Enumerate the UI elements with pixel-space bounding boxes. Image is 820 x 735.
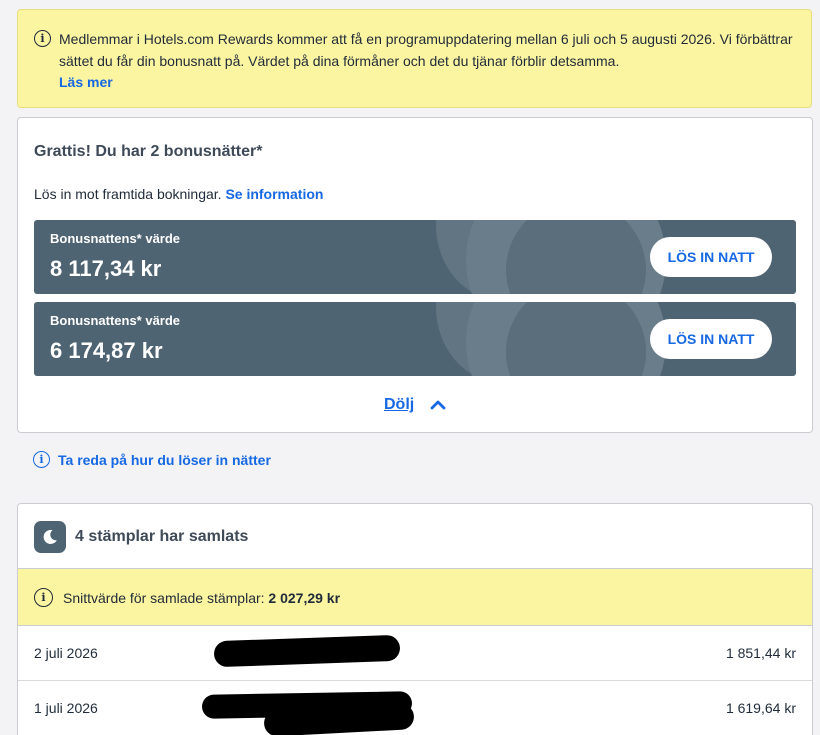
bonus-night-card: Bonusnattens* värde 8 117,34 kr LÖS IN N… — [34, 220, 796, 294]
redeem-night-button[interactable]: LÖS IN NATT — [650, 319, 772, 359]
stamp-date: 1 juli 2026 — [34, 700, 98, 716]
stamp-amount: 1 851,44 kr — [725, 645, 796, 661]
night-value-label: Bonusnattens* värde — [50, 313, 181, 328]
decorative-shape — [506, 302, 646, 376]
night-value-amount: 6 174,87 kr — [50, 338, 163, 363]
night-value-amount: 8 117,34 kr — [50, 256, 162, 281]
bonus-title: Grattis! Du har 2 bonusnätter* — [34, 143, 263, 160]
hide-label: Dölj — [384, 396, 415, 413]
bonus-night-card: Bonusnattens* värde 6 174,87 kr LÖS IN N… — [34, 302, 796, 376]
average-value-text: Snittvärde för samlade stämplar: 2 027,2… — [63, 590, 340, 606]
info-icon: i — [33, 451, 50, 468]
stamp-date: 2 juli 2026 — [34, 645, 98, 661]
average-value-bar: i Snittvärde för samlade stämplar: 2 027… — [18, 569, 812, 626]
stamps-title: 4 stämplar har samlats — [75, 528, 249, 545]
info-icon: i — [34, 588, 53, 607]
stamps-card: 4 stämplar har samlats i Snittvärde för … — [17, 503, 813, 735]
bonus-nights-card: Grattis! Du har 2 bonusnätter* Lös in mo… — [17, 117, 813, 433]
bonus-subtitle: Lös in mot framtida bokningar. Se inform… — [34, 186, 323, 202]
night-value-label: Bonusnattens* värde — [50, 231, 181, 246]
stamp-row: 1 juli 2026 1 619,64 kr — [18, 681, 812, 735]
stamp-amount: 1 619,64 kr — [725, 700, 796, 716]
stamp-row: 2 juli 2026 1 851,44 kr — [18, 626, 812, 681]
redeem-night-button[interactable]: LÖS IN NATT — [650, 237, 772, 277]
program-update-notice: i Medlemmar i Hotels.com Rewards kommer … — [17, 9, 812, 108]
stamps-header: 4 stämplar har samlats — [18, 504, 812, 569]
chevron-up-icon — [430, 400, 446, 410]
hide-toggle[interactable]: Dölj — [384, 396, 446, 414]
notice-text: Medlemmar i Hotels.com Rewards kommer at… — [59, 31, 793, 69]
redaction-mark — [213, 634, 401, 668]
read-more-link[interactable]: Läs mer — [59, 72, 795, 92]
average-value-amount: 2 027,29 kr — [268, 590, 341, 606]
see-information-link[interactable]: Se information — [225, 186, 323, 202]
decorative-shape — [506, 220, 646, 294]
moon-icon — [34, 521, 66, 553]
bonus-subtitle-text: Lös in mot framtida bokningar. — [34, 186, 222, 202]
average-value-label: Snittvärde för samlade stämplar: — [63, 590, 265, 606]
how-to-redeem[interactable]: i Ta reda på hur du löser in nätter — [33, 451, 271, 468]
how-to-redeem-link[interactable]: Ta reda på hur du löser in nätter — [58, 452, 271, 468]
info-icon: i — [34, 30, 51, 47]
